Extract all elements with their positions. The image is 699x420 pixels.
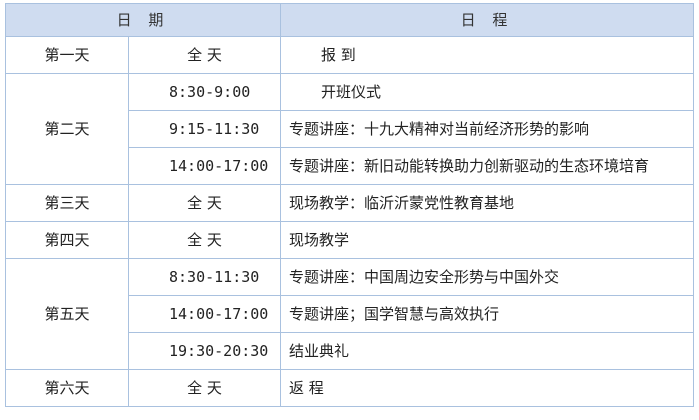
header-date: 日 期 bbox=[5, 3, 281, 37]
table-row: 第六天 全 天 返 程 bbox=[5, 369, 694, 407]
time-cell: 14:00-17:00 bbox=[128, 147, 281, 185]
program-cell: 专题讲座：新旧动能转换助力创新驱动的生态环境培育 bbox=[280, 147, 694, 185]
table-row: 第五天 8:30-11:30 专题讲座：中国周边安全形势与中国外交 bbox=[5, 258, 694, 370]
time-cell: 19:30-20:30 bbox=[128, 332, 281, 370]
day-cell: 第一天 bbox=[5, 36, 129, 74]
table-row: 第一天 全 天 报 到 bbox=[5, 36, 694, 74]
time-cell: 全 天 bbox=[128, 221, 281, 259]
header-program: 日 程 bbox=[280, 3, 694, 37]
day-cell: 第三天 bbox=[5, 184, 129, 222]
table-row: 第三天 全 天 现场教学：临沂沂蒙党性教育基地 bbox=[5, 184, 694, 222]
time-cell: 14:00-17:00 bbox=[128, 295, 281, 333]
program-cell: 专题讲座：十九大精神对当前经济形势的影响 bbox=[280, 110, 694, 148]
program-cell: 专题讲座；国学智慧与高效执行 bbox=[280, 295, 694, 333]
table-row: 第四天 全 天 现场教学 bbox=[5, 221, 694, 259]
table-row: 第二天 8:30-9:00 开班仪式 bbox=[5, 73, 694, 185]
day-cell: 第二天 bbox=[5, 73, 129, 185]
day-cell: 第五天 bbox=[5, 258, 129, 370]
day-cell: 第六天 bbox=[5, 369, 129, 407]
schedule-table: 日 期 日 程 第一天 全 天 报 到 第二天 8:30-9:00 开班仪式 9… bbox=[5, 3, 694, 407]
program-cell: 开班仪式 bbox=[280, 73, 694, 111]
program-cell: 结业典礼 bbox=[280, 332, 694, 370]
program-cell: 现场教学 bbox=[280, 221, 694, 259]
program-cell: 返 程 bbox=[280, 369, 694, 407]
day-cell: 第四天 bbox=[5, 221, 129, 259]
program-cell: 现场教学：临沂沂蒙党性教育基地 bbox=[280, 184, 694, 222]
time-cell: 全 天 bbox=[128, 36, 281, 74]
time-cell: 9:15-11:30 bbox=[128, 110, 281, 148]
header-row: 日 期 日 程 bbox=[5, 3, 694, 37]
program-cell: 报 到 bbox=[280, 36, 694, 74]
time-cell: 8:30-9:00 bbox=[128, 73, 281, 111]
time-cell: 全 天 bbox=[128, 369, 281, 407]
program-cell: 专题讲座：中国周边安全形势与中国外交 bbox=[280, 258, 694, 296]
time-cell: 8:30-11:30 bbox=[128, 258, 281, 296]
time-cell: 全 天 bbox=[128, 184, 281, 222]
